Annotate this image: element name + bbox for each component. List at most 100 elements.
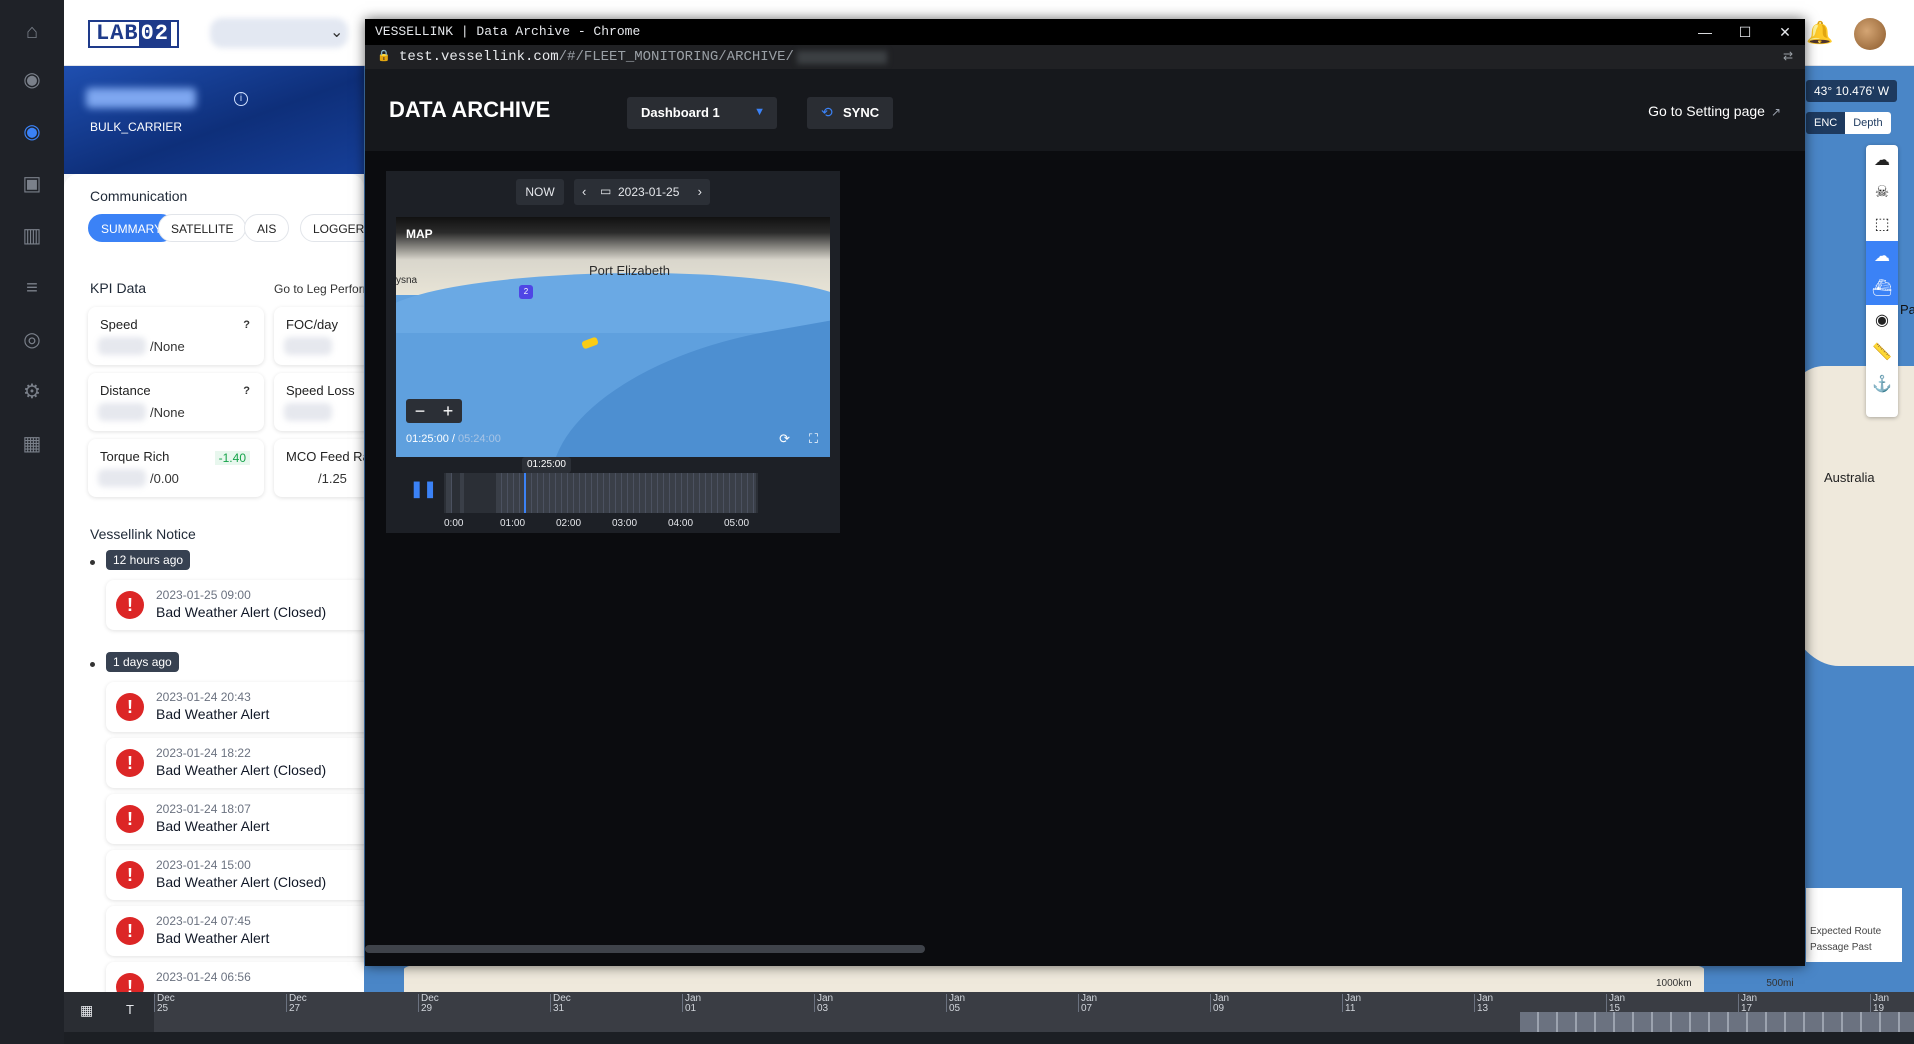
timeline-date-label: Dec 29 <box>418 994 439 1014</box>
kpi-value-redacted <box>98 337 146 355</box>
horizontal-scrollbar[interactable] <box>365 945 925 953</box>
notice-item[interactable]: ! 2023-01-24 15:00 Bad Weather Alert (Cl… <box>106 850 364 900</box>
notice-item[interactable]: ! 2023-01-24 07:45 Bad Weather Alert <box>106 906 364 956</box>
setting-page-link[interactable]: Go to Setting page ↗ <box>1648 103 1781 119</box>
tab-ais[interactable]: AIS <box>244 214 290 242</box>
timeline-date-label: Jan 11 <box>1342 994 1361 1014</box>
home-icon[interactable]: ⌂ <box>18 18 46 46</box>
cursor-coordinate: 43° 10.476' W <box>1806 80 1898 102</box>
maximize-icon[interactable]: ☐ <box>1725 21 1765 43</box>
weather-icon[interactable]: ☁ <box>1866 145 1898 177</box>
monitoring-eye-icon[interactable]: ◉ <box>18 118 46 146</box>
vessel-select[interactable] <box>210 18 348 48</box>
pirate-icon[interactable]: ☠ <box>1866 177 1898 209</box>
eye-icon[interactable]: ◉ <box>18 66 46 94</box>
kpi-value-redacted <box>98 403 146 421</box>
date-value[interactable]: 2023-01-25 <box>618 185 679 199</box>
tick-label: 03:00 <box>612 518 638 529</box>
tick-label: 01:00 <box>500 518 526 529</box>
zoom-in-icon[interactable]: + <box>434 400 462 422</box>
location-icon[interactable]: ◎ <box>18 326 46 354</box>
notice-age-badge: 12 hours ago <box>106 550 191 570</box>
avatar[interactable] <box>1854 18 1886 50</box>
address-bar[interactable]: 🔒 test.vessellink.com/#/FLEET_MONITORING… <box>365 45 1805 69</box>
dashboard-select[interactable]: Dashboard 1 ▼ <box>627 97 777 129</box>
notice-item[interactable]: ! 2023-01-24 18:07 Bad Weather Alert <box>106 794 364 844</box>
notice-time: 2023-01-24 18:22 <box>156 746 251 760</box>
kpi-value-redacted <box>98 469 146 487</box>
timeline-date-label: Jan 19 <box>1870 994 1889 1014</box>
tab-logger[interactable]: LOGGER <box>300 214 364 242</box>
info-icon[interactable]: i <box>234 92 248 106</box>
notice-message: Bad Weather Alert <box>156 706 270 722</box>
data-segment <box>446 473 452 513</box>
fullscreen-icon[interactable]: ⛶ <box>809 431 818 447</box>
logo[interactable]: LAB02 <box>88 20 180 48</box>
translate-icon[interactable]: ⇄ <box>1783 49 1793 63</box>
route-shield: 2 <box>519 285 533 299</box>
area-icon[interactable]: ⬚ <box>1866 209 1898 241</box>
tab-satellite[interactable]: SATELLITE <box>158 214 247 242</box>
timeline-date-label: Dec 27 <box>286 994 307 1014</box>
playback-ticks: 0:00 01:00 02:00 03:00 04:00 05:00 <box>444 518 758 530</box>
ship-icon[interactable]: ⛴ <box>1866 273 1898 305</box>
kpi-value-redacted <box>284 403 332 421</box>
notice-item[interactable]: ! 2023-01-24 06:56 <box>106 962 364 992</box>
eye-icon[interactable]: ◉ <box>1866 305 1898 337</box>
pause-icon[interactable]: ❚❚ <box>410 479 437 499</box>
sync-label: SYNC <box>843 105 880 120</box>
notice-item[interactable]: ! 2023-01-24 18:22 Bad Weather Alert (Cl… <box>106 738 364 788</box>
playback-bar: ❚❚ 0:00 01:00 02:00 03:00 04:00 05:00 <box>396 463 830 529</box>
timeline-date-label: Jan 09 <box>1210 994 1229 1014</box>
map-icon[interactable]: ▥ <box>18 222 46 250</box>
close-icon[interactable]: ✕ <box>1765 21 1805 43</box>
chart-icon[interactable]: ▣ <box>18 170 46 198</box>
map-playback-widget: NOW ‹ ▭ 2023-01-25 › MAP Port Elizabeth … <box>386 171 840 533</box>
notice-item[interactable]: ! 2023-01-24 20:43 Bad Weather Alert <box>106 682 364 732</box>
calendar-icon[interactable]: ▦ <box>80 1002 93 1019</box>
vessel-marker-icon[interactable] <box>581 336 599 350</box>
gear-icon[interactable]: ⚙ <box>18 378 46 406</box>
notice-message: Bad Weather Alert <box>156 930 270 946</box>
archive-header: DATA ARCHIVE Dashboard 1 ▼ ⟲ SYNC Go to … <box>365 69 1805 151</box>
url-text[interactable]: test.vessellink.com/#/FLEET_MONITORING/A… <box>399 49 794 65</box>
playhead[interactable] <box>524 473 526 513</box>
help-icon[interactable]: ? <box>243 385 250 397</box>
playback-track[interactable] <box>444 473 758 513</box>
notice-item[interactable]: ! 2023-01-25 09:00 Bad Weather Alert (Cl… <box>106 580 364 630</box>
url-redacted <box>797 51 887 64</box>
loop-icon[interactable]: ⟳ <box>779 431 790 447</box>
mini-map[interactable]: MAP Port Elizabeth ysna 2 − + 01:25:00 /… <box>396 217 830 457</box>
map-scale: 1000km 500mi <box>1656 978 1794 989</box>
layer-depth[interactable]: Depth <box>1845 112 1891 134</box>
ruler-icon[interactable]: 📏 <box>1866 337 1898 369</box>
scale-mi: 500mi <box>1766 978 1794 989</box>
minimize-icon[interactable]: — <box>1685 21 1725 43</box>
timeline-dot <box>90 662 95 667</box>
leg-performance-link[interactable]: Go to Leg Perform <box>274 282 364 296</box>
map-title: MAP <box>406 227 433 241</box>
legend-passage-past: Passage Past <box>1810 942 1872 953</box>
kpi-card-foc: FOC/day <box>274 307 364 365</box>
now-button[interactable]: NOW <box>516 179 564 205</box>
anchor-icon[interactable]: ⚓ <box>1866 369 1898 401</box>
cloud-sun-icon[interactable]: ☁ <box>1866 241 1898 273</box>
chevron-down-icon[interactable]: ⌄ <box>330 22 343 42</box>
zoom-out-icon[interactable]: − <box>406 400 434 422</box>
grid-icon[interactable]: ▦ <box>18 430 46 458</box>
bell-icon[interactable]: 🔔 <box>1806 20 1833 46</box>
help-icon[interactable]: ? <box>243 319 250 331</box>
kpi-title: KPI Data <box>90 280 147 296</box>
layer-enc[interactable]: ENC <box>1806 112 1845 134</box>
lock-icon[interactable]: 🔒 <box>377 49 391 62</box>
sync-button[interactable]: ⟲ SYNC <box>807 97 893 129</box>
sliders-icon[interactable]: ≡ <box>18 274 46 302</box>
timeline-date-label: Jan 07 <box>1078 994 1097 1014</box>
chevron-right-icon[interactable]: › <box>698 184 702 199</box>
caret-down-icon: ▼ <box>754 106 765 118</box>
data-segment <box>496 473 756 513</box>
chevron-left-icon[interactable]: ‹ <box>582 184 586 199</box>
timeline-track[interactable]: Dec 25 Dec 27 Dec 29 Dec 31 Jan 01 Jan 03 Jan 05 Jan 07… <box>154 992 1914 1032</box>
calendar-icon[interactable]: ▭ <box>600 184 611 198</box>
timeline-toggle[interactable]: T <box>126 1002 134 1017</box>
